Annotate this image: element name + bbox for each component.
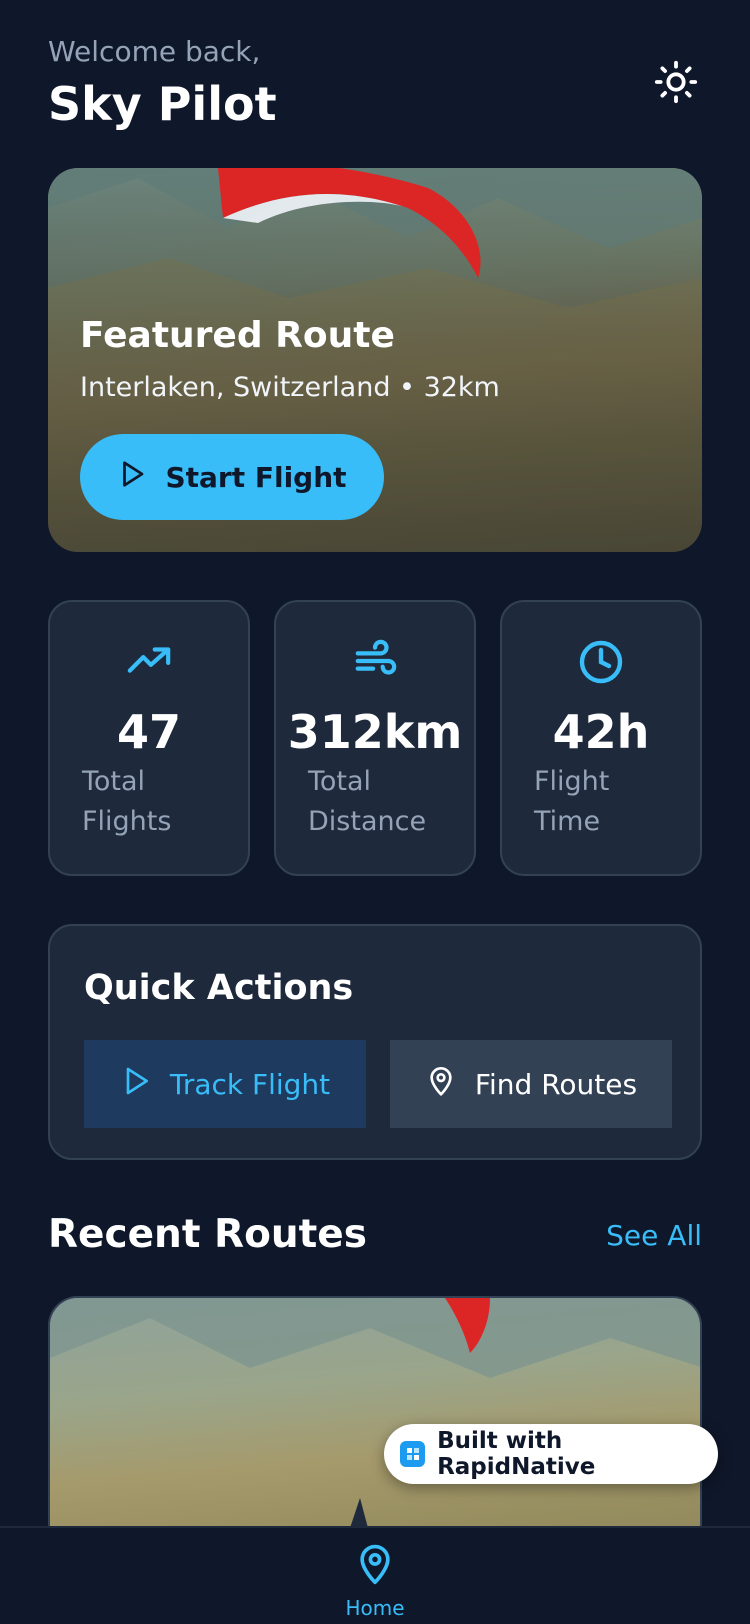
find-routes-button[interactable]: Find Routes [390,1040,672,1128]
built-with-badge[interactable]: Built with RapidNative [384,1424,718,1484]
recent-routes-title: Recent Routes [48,1212,367,1257]
stat-label: Total Distance [308,766,427,837]
stat-card-time: 42h Flight Time [500,600,702,876]
quick-actions-title: Quick Actions [84,968,354,1008]
stat-label: Flight Time [534,766,610,837]
track-flight-button[interactable]: Track Flight [84,1040,366,1128]
start-flight-label: Start Flight [165,460,347,494]
featured-title: Featured Route [80,315,395,356]
home-screen: Welcome back, Sky Pilot Featured Route I… [0,0,750,1624]
map-pin-icon [425,1065,457,1104]
featured-route-card[interactable]: Featured Route Interlaken, Switzerland •… [48,168,702,552]
start-flight-button[interactable]: Start Flight [80,434,384,520]
sun-icon [653,59,699,109]
badge-label: Built with RapidNative [437,1428,596,1480]
header: Welcome back, Sky Pilot [48,34,702,134]
trending-up-icon [126,638,172,688]
stat-label: Total Flights [82,766,172,837]
clock-icon [577,638,625,690]
stat-value: 312km [287,705,463,759]
welcome-text: Welcome back, [48,35,261,68]
tab-home-label: Home [345,1596,405,1620]
theme-toggle-button[interactable] [650,58,702,110]
stat-value: 42h [552,705,650,759]
play-icon [120,1065,152,1104]
stat-card-distance: 312km Total Distance [274,600,476,876]
stat-value: 47 [116,705,181,759]
map-pin-icon [353,1542,397,1590]
find-routes-label: Find Routes [474,1067,638,1101]
bottom-tab-bar: Home [0,1526,750,1624]
play-icon [117,459,147,496]
quick-actions-card: Quick Actions Track Flight Find Routes [48,924,702,1160]
featured-subtitle: Interlaken, Switzerland • 32km [80,372,500,403]
page-title: Sky Pilot [48,77,277,131]
rapidnative-logo-icon [400,1441,426,1467]
stat-card-flights: 47 Total Flights [48,600,250,876]
wind-icon [352,638,398,688]
tab-home[interactable]: Home [340,1542,410,1620]
see-all-link[interactable]: See All [606,1218,702,1254]
track-flight-label: Track Flight [169,1067,331,1101]
